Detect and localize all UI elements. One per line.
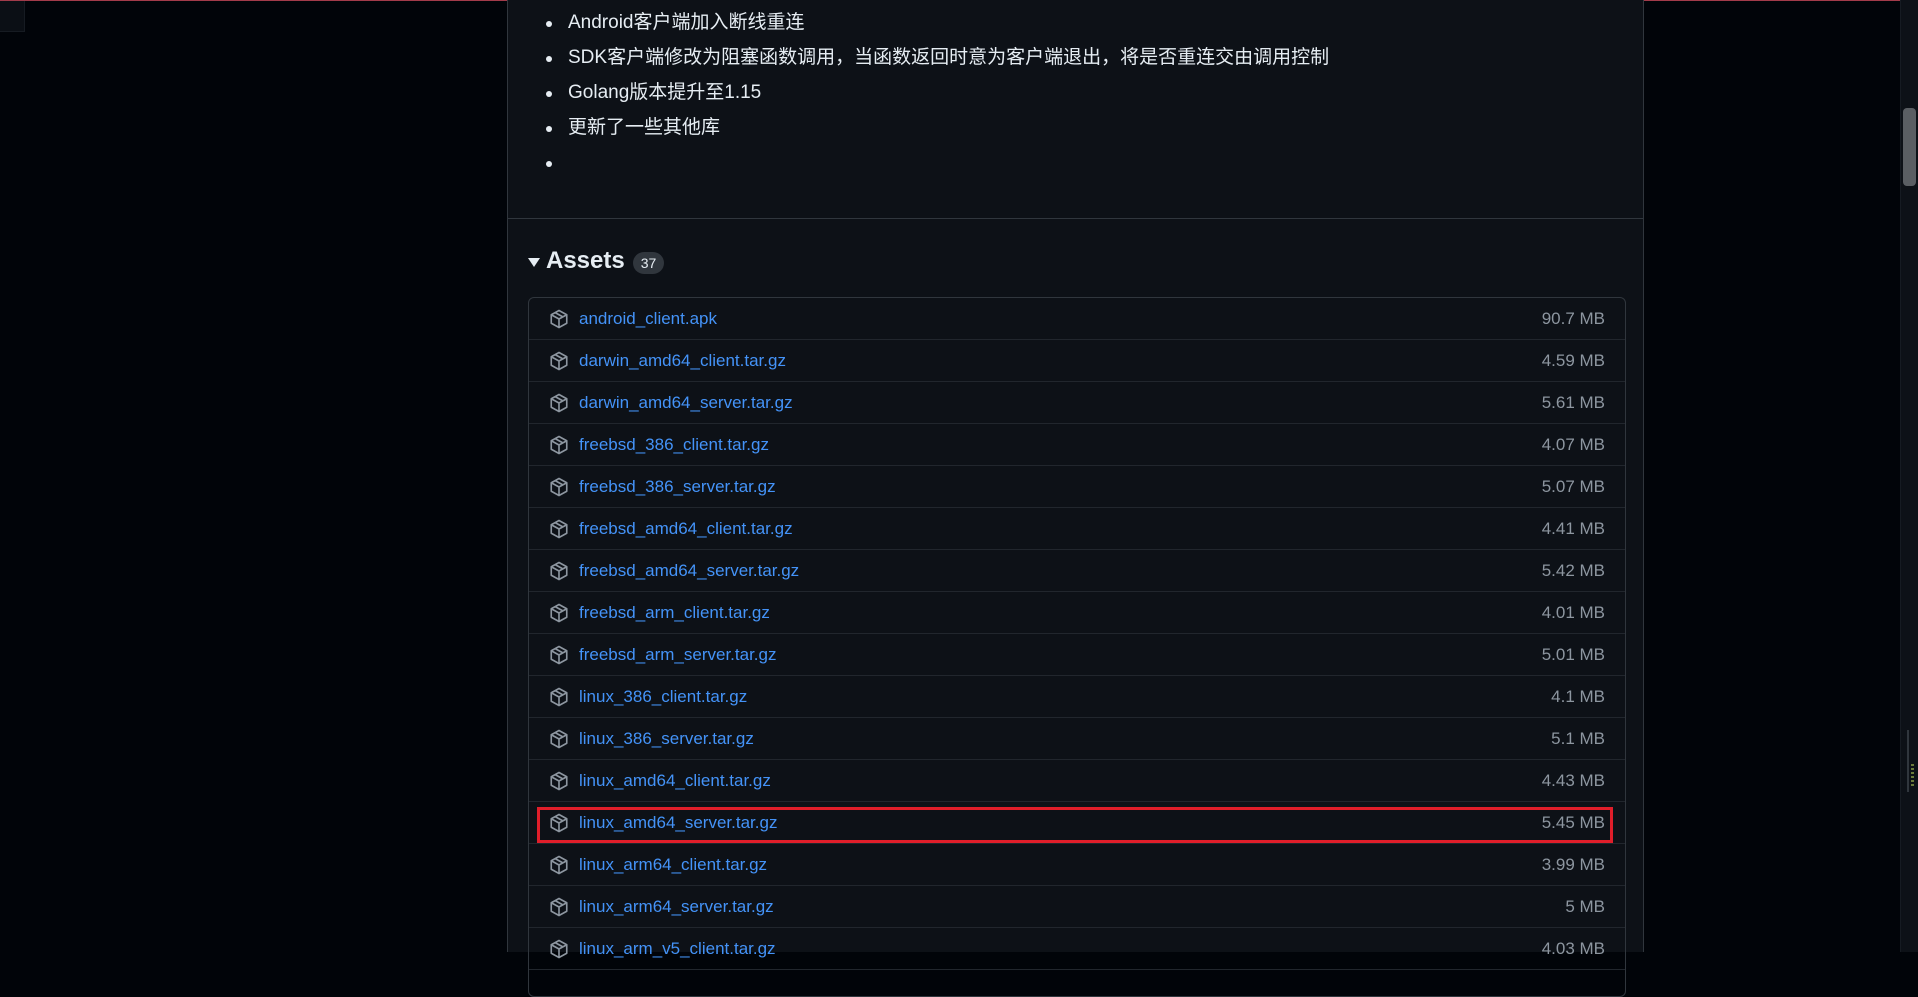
package-icon — [550, 309, 568, 329]
asset-download-link[interactable]: linux_arm64_client.tar.gz — [579, 854, 767, 876]
asset-download-link[interactable]: linux_386_client.tar.gz — [579, 686, 747, 708]
package-icon — [550, 897, 568, 917]
asset-row[interactable]: linux_amd64_client.tar.gz 4.43 MB — [529, 760, 1625, 802]
asset-size: 90.7 MB — [1541, 309, 1605, 328]
asset-size: 3.99 MB — [1541, 855, 1605, 874]
asset-row[interactable]: freebsd_amd64_server.tar.gz 5.42 MB — [529, 550, 1625, 592]
asset-row[interactable]: linux_amd64_server.tar.gz 5.45 MB — [529, 802, 1625, 844]
asset-row[interactable]: android_client.apk 90.7 MB — [529, 298, 1625, 340]
asset-row[interactable]: darwin_amd64_server.tar.gz 5.61 MB — [529, 382, 1625, 424]
asset-size: 4.41 MB — [1541, 519, 1605, 538]
page-scrollbar[interactable] — [1900, 0, 1918, 952]
caret-down-icon[interactable] — [528, 257, 540, 267]
asset-download-link[interactable]: linux_amd64_client.tar.gz — [579, 770, 771, 792]
assets-count-badge: 37 — [632, 252, 665, 274]
asset-row[interactable]: freebsd_arm_client.tar.gz 4.01 MB — [529, 592, 1625, 634]
asset-download-link[interactable]: freebsd_arm_server.tar.gz — [579, 644, 776, 666]
package-icon — [550, 519, 568, 539]
package-icon — [550, 477, 568, 497]
asset-row[interactable]: linux_arm64_client.tar.gz 3.99 MB — [529, 844, 1625, 886]
note-item: Golang版本提升至1.15 — [545, 82, 762, 103]
note-item: Android客户端加入断线重连 — [546, 12, 805, 33]
note-item: SDK客户端修改为阻塞函数调用，当函数返回时意为客户端退出，将是否重连交由调用控… — [545, 47, 1330, 68]
asset-size: 4.43 MB — [1541, 771, 1605, 790]
asset-size: 4.01 MB — [1541, 603, 1605, 622]
asset-size: 5 MB — [1565, 897, 1605, 916]
asset-row[interactable]: linux_386_client.tar.gz 4.1 MB — [529, 676, 1625, 718]
package-icon — [550, 351, 568, 371]
asset-download-link[interactable]: linux_amd64_server.tar.gz — [579, 812, 777, 834]
package-icon — [550, 771, 568, 791]
assets-list: android_client.apk 90.7 MB darwin_amd64_cl… — [528, 297, 1626, 997]
package-icon — [550, 645, 568, 665]
asset-download-link[interactable]: freebsd_386_server.tar.gz — [579, 476, 776, 498]
package-icon — [550, 729, 568, 749]
package-icon — [550, 603, 568, 623]
asset-size: 4.07 MB — [1541, 435, 1605, 454]
package-icon — [550, 561, 568, 581]
asset-download-link[interactable]: freebsd_amd64_server.tar.gz — [579, 560, 799, 582]
asset-download-link[interactable]: android_client.apk — [579, 308, 717, 330]
package-icon — [550, 939, 568, 959]
asset-row[interactable]: linux_arm_v5_client.tar.gz 4.03 MB — [529, 928, 1625, 970]
package-icon — [550, 687, 568, 707]
asset-download-link[interactable]: darwin_amd64_client.tar.gz — [579, 350, 786, 372]
asset-size: 4.59 MB — [1541, 351, 1605, 370]
package-icon — [550, 393, 568, 413]
side-panel-handle[interactable] — [1907, 730, 1917, 792]
note-item: 更新了一些其他库 — [545, 117, 721, 138]
release-card: Android客户端加入断线重连 SDK客户端修改为阻塞函数调用，当函数返回时意… — [507, 0, 1644, 997]
asset-row[interactable]: darwin_amd64_client.tar.gz 4.59 MB — [529, 340, 1625, 382]
asset-download-link[interactable]: linux_386_server.tar.gz — [579, 728, 754, 750]
asset-size: 5.1 MB — [1551, 729, 1605, 748]
asset-download-link[interactable]: freebsd_386_client.tar.gz — [579, 434, 769, 456]
assets-title: Assets — [546, 247, 625, 274]
release-notes: Android客户端加入断线重连 SDK客户端修改为阻塞函数调用，当函数返回时意… — [508, 0, 1643, 219]
asset-size: 4.03 MB — [1541, 939, 1605, 958]
corner-widget — [0, 1, 25, 32]
asset-download-link[interactable]: linux_arm_v5_client.tar.gz — [579, 938, 776, 960]
asset-row[interactable]: linux_386_server.tar.gz 5.1 MB — [529, 718, 1625, 760]
asset-row[interactable]: freebsd_arm_server.tar.gz 5.01 MB — [529, 634, 1625, 676]
asset-row[interactable]: freebsd_386_server.tar.gz 5.07 MB — [529, 466, 1625, 508]
asset-size: 4.1 MB — [1551, 687, 1605, 706]
asset-download-link[interactable]: freebsd_arm_client.tar.gz — [579, 602, 770, 624]
asset-size: 5.61 MB — [1541, 393, 1605, 412]
package-icon — [550, 813, 568, 833]
package-icon — [550, 435, 568, 455]
asset-size: 5.45 MB — [1541, 813, 1605, 832]
package-icon — [550, 855, 568, 875]
scrollbar-thumb[interactable] — [1903, 108, 1916, 186]
asset-download-link[interactable]: freebsd_amd64_client.tar.gz — [579, 518, 793, 540]
asset-row[interactable]: linux_arm64_server.tar.gz 5 MB — [529, 886, 1625, 928]
asset-download-link[interactable]: linux_arm64_server.tar.gz — [579, 896, 774, 918]
asset-row[interactable]: freebsd_386_client.tar.gz 4.07 MB — [529, 424, 1625, 466]
asset-size: 5.07 MB — [1541, 477, 1605, 496]
asset-size: 5.42 MB — [1541, 561, 1605, 580]
asset-size: 5.01 MB — [1541, 645, 1605, 664]
assets-header[interactable]: Assets 37 — [528, 243, 665, 279]
asset-row[interactable]: freebsd_amd64_client.tar.gz 4.41 MB — [529, 508, 1625, 550]
asset-download-link[interactable]: darwin_amd64_server.tar.gz — [579, 392, 793, 414]
